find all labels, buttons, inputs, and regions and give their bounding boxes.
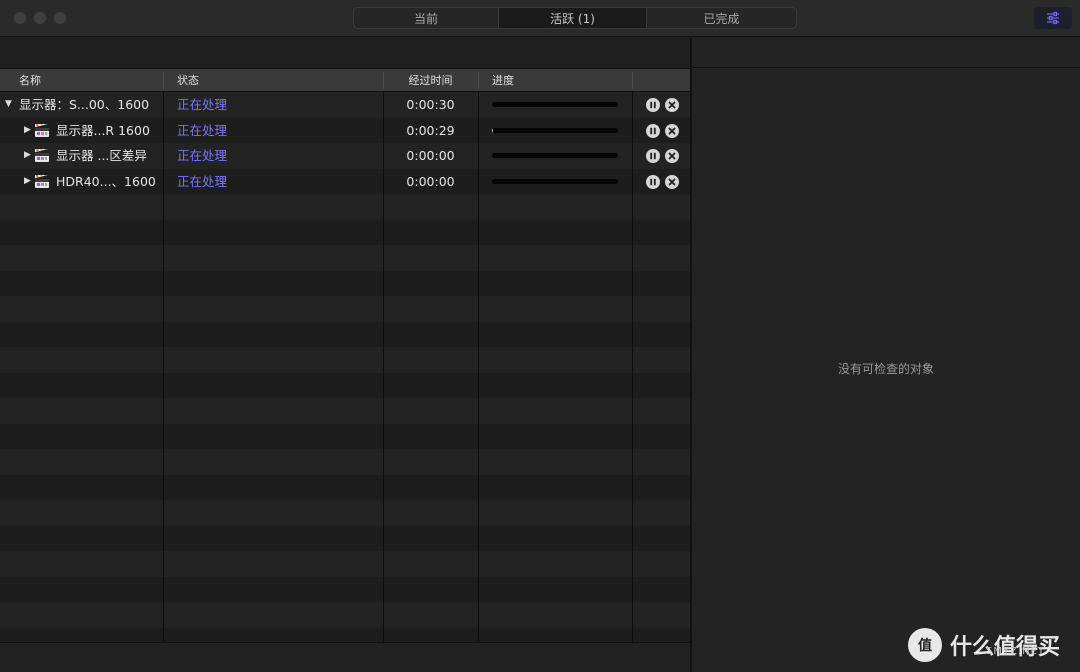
tab-current[interactable]: 当前 — [354, 8, 498, 28]
list-toolbar — [0, 38, 690, 69]
table-row[interactable]: ▶ 显示器 ...区差异 正在处理 0:00:00 — [0, 143, 690, 169]
header-name[interactable]: 名称 — [19, 69, 41, 92]
task-elapsed-time: 0:00:29 — [406, 122, 455, 138]
task-progress-bar — [492, 153, 618, 158]
task-progress-bar — [492, 178, 618, 184]
row-stripe — [0, 219, 690, 245]
row-stripe — [0, 449, 690, 475]
tab-active[interactable]: 活跃 (1) — [498, 8, 646, 28]
inspector-empty-message: 没有可检查的对象 — [837, 362, 934, 376]
pause-icon[interactable] — [646, 149, 660, 163]
minimize-window-button[interactable] — [34, 12, 46, 24]
pause-icon[interactable] — [646, 174, 660, 189]
row-stripe — [0, 423, 690, 449]
row-stripe — [0, 296, 690, 322]
task-progress-bar — [492, 102, 618, 107]
final-cut-clapper-icon — [34, 171, 49, 188]
cancel-icon[interactable] — [665, 123, 679, 138]
row-stripe — [0, 347, 690, 373]
close-window-button[interactable] — [14, 12, 26, 24]
list-footer — [0, 642, 690, 672]
disclosure-triangle-right-icon[interactable]: ▶ — [24, 169, 31, 195]
task-name: 显示器：S...00、1600 — [19, 97, 150, 112]
table-row[interactable]: ▼ 显示器：S...00、1600 正在处理 0:00:30 — [0, 92, 690, 118]
inspector-settings-button[interactable] — [1034, 7, 1072, 29]
pause-icon[interactable] — [646, 123, 660, 138]
table-row[interactable]: ▶ 显示器...R 1600 正在处理 0:00:29 — [0, 118, 690, 144]
row-stripe — [0, 270, 690, 296]
row-stripe — [0, 194, 690, 220]
task-status: 正在处理 — [177, 97, 228, 112]
task-elapsed-time: 0:00:00 — [406, 173, 455, 189]
cancel-icon[interactable] — [665, 174, 679, 189]
row-stripe — [0, 551, 690, 577]
task-name: HDR40...、1600 — [56, 173, 156, 189]
task-list-pane: 名称 状态 经过时间 进度 ▼ 显示器：S...00、1600 正在处理 0:00:3… — [0, 38, 690, 672]
tab-completed[interactable]: 已完成 — [646, 8, 796, 28]
row-stripe — [0, 372, 690, 398]
cancel-icon[interactable] — [665, 149, 679, 163]
header-status[interactable]: 状态 — [177, 69, 199, 92]
row-stripe — [0, 627, 690, 642]
header-progress[interactable]: 进度 — [492, 69, 514, 92]
task-status: 正在处理 — [177, 122, 228, 138]
row-stripe — [0, 245, 690, 271]
row-stripe — [0, 474, 690, 500]
task-elapsed-time: 0:00:00 — [406, 148, 455, 163]
disclosure-triangle-down-icon[interactable]: ▼ — [5, 92, 12, 118]
watermark-subtext: SMYZ.NET — [986, 646, 1046, 657]
task-elapsed-time: 0:00:30 — [406, 97, 455, 112]
task-status: 正在处理 — [177, 173, 228, 189]
task-status: 正在处理 — [177, 148, 228, 163]
row-stripe — [0, 321, 690, 347]
row-stripe — [0, 500, 690, 526]
sliders-icon — [1047, 11, 1059, 25]
pause-icon[interactable] — [646, 98, 660, 112]
row-stripe — [0, 398, 690, 424]
view-segmented-control: 当前 活跃 (1) 已完成 — [353, 7, 797, 29]
svg-text:值: 值 — [918, 637, 932, 654]
row-stripe — [0, 602, 690, 628]
watermark-logo-icon: 值 — [908, 628, 942, 662]
task-name: 显示器 ...区差异 — [56, 148, 147, 163]
inspector-toolbar — [692, 38, 1080, 68]
task-progress-bar — [492, 127, 618, 133]
disclosure-triangle-right-icon[interactable]: ▶ — [24, 118, 31, 144]
row-stripe — [0, 576, 690, 602]
row-stripe — [0, 525, 690, 551]
table-row[interactable]: ▶ HDR40...、1600 正在处理 0:00:00 — [0, 169, 690, 195]
final-cut-clapper-icon — [34, 145, 49, 162]
zoom-window-button[interactable] — [54, 12, 66, 24]
inspector-pane: 没有可检查的对象 — [692, 38, 1080, 672]
table-body: ▼ 显示器：S...00、1600 正在处理 0:00:30 ▶ 显示器...R 1600… — [0, 92, 690, 642]
disclosure-triangle-right-icon[interactable]: ▶ — [24, 143, 31, 169]
final-cut-clapper-icon — [34, 120, 49, 137]
title-bar: 当前 活跃 (1) 已完成 — [0, 0, 1080, 37]
task-name: 显示器...R 1600 — [56, 122, 150, 138]
header-elapsed[interactable]: 经过时间 — [383, 69, 478, 92]
table-header: 名称 状态 经过时间 进度 — [0, 69, 690, 92]
progress-fill — [492, 127, 494, 133]
cancel-icon[interactable] — [665, 98, 679, 112]
